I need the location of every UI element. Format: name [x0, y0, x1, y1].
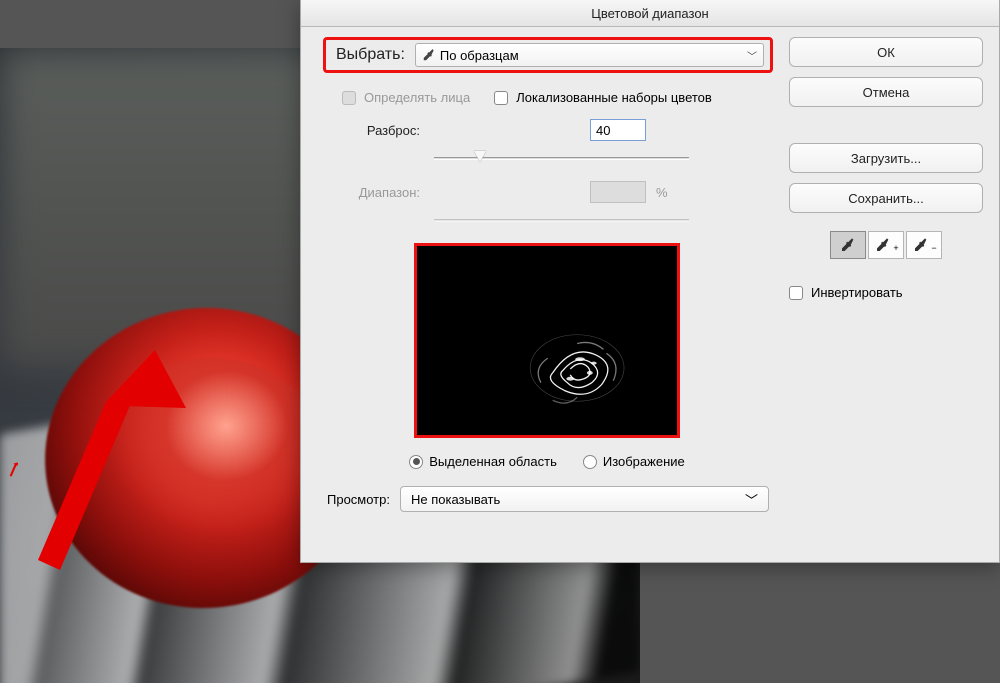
fuzziness-slider[interactable]	[434, 149, 689, 167]
preview-highlight	[414, 243, 680, 438]
checkbox-icon	[789, 286, 803, 300]
fuzziness-input[interactable]: 40	[590, 119, 646, 141]
select-label: Выбрать:	[336, 46, 405, 64]
eyedropper-sample-button[interactable]	[830, 231, 866, 259]
slider-thumb-icon[interactable]	[474, 151, 486, 162]
preview-mode-value: Не показывать	[411, 492, 500, 507]
selection-mask-icon	[522, 324, 642, 412]
color-range-dialog: Цветовой диапазон Выбрать: По образцам ﹀	[300, 0, 1000, 563]
radio-image[interactable]: Изображение	[583, 454, 685, 469]
select-method-dropdown[interactable]: По образцам ﹀	[415, 43, 764, 67]
eyedropper-minus-icon	[913, 237, 929, 253]
selection-preview[interactable]	[417, 246, 677, 435]
checkbox-icon	[342, 91, 356, 105]
radio-selection-label: Выделенная область	[429, 454, 557, 469]
radio-icon	[583, 455, 597, 469]
range-unit: %	[656, 185, 668, 200]
invert-label: Инвертировать	[811, 285, 903, 300]
dialog-left-panel: Выбрать: По образцам ﹀ Определять лиц	[323, 37, 789, 548]
detect-faces-checkbox: Определять лица	[342, 90, 470, 105]
chevron-down-icon: ﹀	[747, 48, 757, 63]
eyedropper-icon	[840, 237, 856, 253]
ok-button[interactable]: ОК	[789, 37, 983, 67]
localized-colors-label: Локализованные наборы цветов	[516, 90, 712, 105]
dialog-title: Цветовой диапазон	[301, 0, 999, 27]
cancel-button[interactable]: Отмена	[789, 77, 983, 107]
checkbox-icon	[494, 91, 508, 105]
chevron-down-icon: ﹀	[745, 490, 758, 509]
eyedropper-add-button[interactable]: +	[868, 231, 904, 259]
radio-image-label: Изображение	[603, 454, 685, 469]
select-row-highlight: Выбрать: По образцам ﹀	[323, 37, 773, 73]
eyedropper-icon	[422, 48, 436, 62]
radio-icon	[409, 455, 423, 469]
invert-checkbox[interactable]: Инвертировать	[789, 285, 983, 300]
localized-colors-checkbox[interactable]: Локализованные наборы цветов	[494, 90, 712, 105]
load-button[interactable]: Загрузить...	[789, 143, 983, 173]
range-input	[590, 181, 646, 203]
dialog-right-panel: ОК Отмена Загрузить... Сохранить... + − …	[789, 37, 983, 548]
range-slider	[434, 211, 689, 229]
annotation-arrow-head	[10, 340, 190, 600]
save-button[interactable]: Сохранить...	[789, 183, 983, 213]
eyedropper-plus-icon	[875, 237, 891, 253]
detect-faces-label: Определять лица	[364, 90, 470, 105]
preview-mode-dropdown[interactable]: Не показывать ﹀	[400, 486, 769, 512]
fuzziness-label: Разброс:	[338, 123, 420, 138]
eyedropper-subtract-button[interactable]: −	[906, 231, 942, 259]
radio-selection[interactable]: Выделенная область	[409, 454, 557, 469]
range-label: Диапазон:	[338, 185, 420, 200]
preview-mode-label: Просмотр:	[327, 492, 390, 507]
select-method-value: По образцам	[440, 48, 519, 63]
